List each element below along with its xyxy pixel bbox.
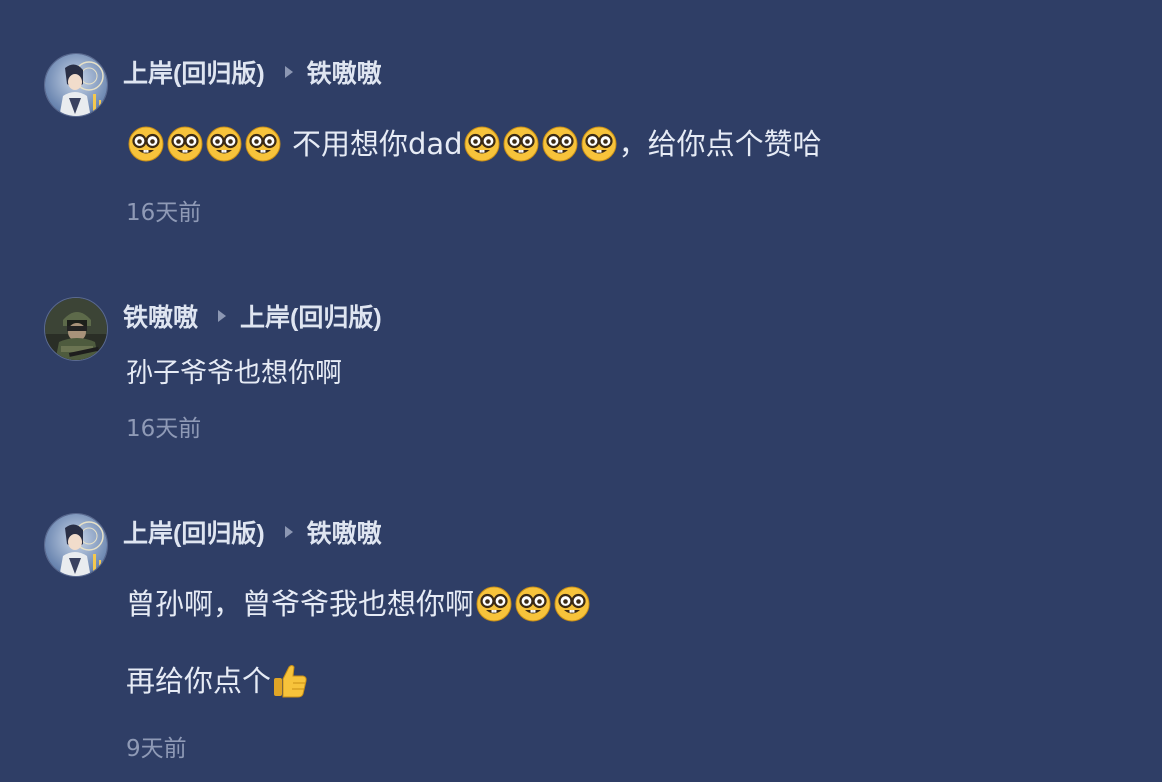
- comment-text-part: 不用想你dad: [292, 127, 463, 161]
- reply-to-name[interactable]: 铁嗷嗷: [307, 54, 382, 90]
- comment-header: 铁嗷嗷 上岸(回归版): [123, 298, 382, 334]
- comment-text-part: 曾孙啊，曾爷爷我也想你啊: [126, 587, 475, 621]
- comment-text: 不用想你dad ，给你点个赞哈: [126, 124, 822, 164]
- user-avatar[interactable]: [44, 297, 108, 361]
- anime-avatar-icon: [45, 514, 107, 576]
- nerd-face-icon: [476, 586, 512, 622]
- comment-timestamp: 9天前: [126, 736, 187, 762]
- reply-arrow-icon: [218, 310, 227, 322]
- soldier-avatar-icon: [45, 298, 107, 360]
- nerd-face-icon: [128, 126, 164, 162]
- comment-text: 孙子爷爷也想你啊: [126, 358, 342, 389]
- nerd-face-icon: [206, 126, 242, 162]
- nerd-face-icon: [542, 126, 578, 162]
- anime-avatar-icon: [45, 54, 107, 116]
- comment-text: 再给你点个: [126, 661, 309, 701]
- comment-header: 上岸(回归版) 铁嗷嗷: [123, 514, 382, 550]
- reply-arrow-icon: [284, 66, 293, 78]
- nerd-face-icon: [167, 126, 203, 162]
- author-name[interactable]: 铁嗷嗷: [123, 298, 198, 334]
- reply-to-name[interactable]: 铁嗷嗷: [307, 514, 382, 550]
- nerd-face-icon: [515, 586, 551, 622]
- comment-text-part: ，给你点个赞哈: [618, 127, 822, 161]
- thumbs-up-icon: [271, 662, 309, 700]
- nerd-face-icon: [581, 126, 617, 162]
- comment-header: 上岸(回归版) 铁嗷嗷: [123, 54, 382, 90]
- comment-thread: 上岸(回归版) 铁嗷嗷 不用想你dad ，给你点个赞哈 16天前 铁嗷嗷 上岸(…: [0, 0, 1162, 782]
- user-avatar[interactable]: [44, 513, 108, 577]
- author-name[interactable]: 上岸(回归版): [123, 54, 265, 90]
- reply-arrow-icon: [284, 526, 293, 538]
- author-name[interactable]: 上岸(回归版): [123, 514, 265, 550]
- comment-text-part: 再给你点个: [126, 664, 272, 698]
- nerd-face-icon: [503, 126, 539, 162]
- nerd-face-icon: [554, 586, 590, 622]
- nerd-face-icon: [245, 126, 281, 162]
- comment-timestamp: 16天前: [126, 200, 202, 226]
- comment-text: 曾孙啊，曾爷爷我也想你啊: [126, 584, 591, 624]
- user-avatar[interactable]: [44, 53, 108, 117]
- nerd-face-icon: [464, 126, 500, 162]
- reply-to-name[interactable]: 上岸(回归版): [240, 298, 382, 334]
- comment-timestamp: 16天前: [126, 416, 202, 442]
